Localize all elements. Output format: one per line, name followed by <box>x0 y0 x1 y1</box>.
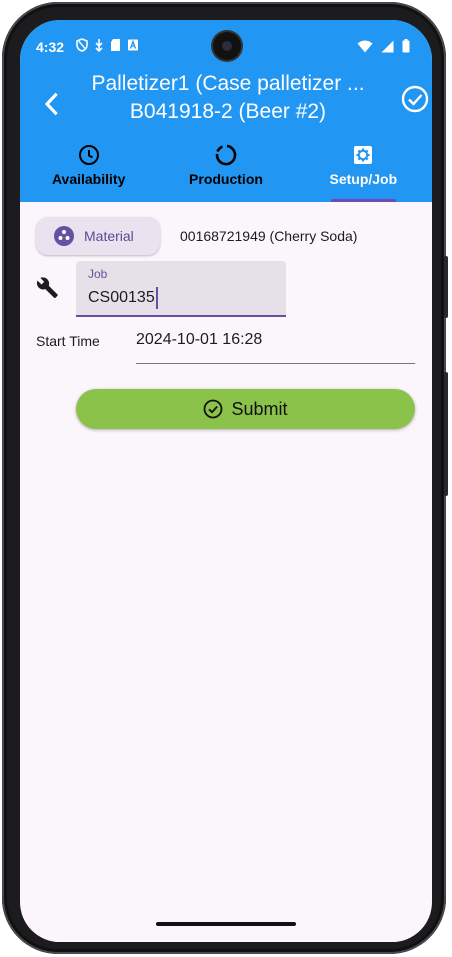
check-circle-icon <box>204 399 223 419</box>
front-camera <box>213 32 241 60</box>
app-notification-icon <box>128 39 138 51</box>
shield-icon <box>76 38 88 52</box>
tab-setup-job[interactable]: Setup/Job <box>295 140 432 202</box>
home-indicator[interactable] <box>156 922 296 926</box>
material-chip[interactable]: Material <box>36 217 160 255</box>
start-time-value: 2024-10-01 16:28 <box>136 331 263 348</box>
start-time-label: Start Time <box>36 333 100 349</box>
usb-debug-icon <box>95 39 103 52</box>
clock-icon <box>78 145 99 165</box>
tab-availability-label: Availability <box>51 171 126 187</box>
battery-icon <box>402 39 410 53</box>
job-input-value: CS00135 <box>88 289 155 306</box>
page-title-line1: Palletizer1 (Case palletizer ... <box>91 72 365 95</box>
cellular-signal-icon <box>381 40 394 52</box>
status-bar: 4:32 <box>20 20 432 72</box>
tab-production-label: Production <box>189 171 263 187</box>
tab-bar: Availability Production Setup/Job <box>20 140 432 202</box>
page-title-line2: B041918-2 (Beer #2) <box>129 100 327 123</box>
page-title: Palletizer1 (Case palletizer ... B041918… <box>80 70 376 126</box>
submit-button[interactable]: Submit <box>76 389 415 429</box>
chevron-left-icon <box>44 92 58 116</box>
wrench-icon <box>36 277 58 299</box>
submit-button-label: Submit <box>231 398 288 419</box>
volume-button <box>444 256 448 318</box>
gesture-nav-area <box>20 912 432 942</box>
back-button[interactable] <box>40 92 64 116</box>
status-notification-icons <box>76 38 139 52</box>
app-bar: 4:32 Palletizer1 (Case palletizer ... B0… <box>20 20 432 202</box>
material-icon <box>54 226 74 246</box>
tab-availability[interactable]: Availability <box>20 140 157 202</box>
material-chip-label: Material <box>84 228 134 244</box>
sd-card-icon <box>111 39 120 51</box>
tab-production[interactable]: Production <box>157 140 294 202</box>
phone-frame: 4:32 Palletizer1 (Case palletizer ... B0… <box>2 2 448 954</box>
tab-setup-job-label: Setup/Job <box>329 171 398 187</box>
status-time: 4:32 <box>36 39 65 55</box>
screen: 4:32 Palletizer1 (Case palletizer ... B0… <box>20 20 432 942</box>
check-circle-icon <box>401 85 429 113</box>
material-value: 00168721949 (Cherry Soda) <box>180 228 358 244</box>
confirm-button[interactable] <box>400 84 430 114</box>
job-input-label: Job <box>88 267 108 281</box>
start-time-field[interactable]: 2024-10-01 16:28 <box>136 320 415 364</box>
wifi-icon <box>357 40 373 52</box>
progress-ring-icon <box>215 144 237 166</box>
power-button <box>444 372 448 496</box>
text-cursor <box>155 287 158 309</box>
status-system-icons <box>357 39 410 53</box>
gear-icon <box>354 146 373 164</box>
job-input[interactable]: Job CS00135 <box>76 261 286 317</box>
